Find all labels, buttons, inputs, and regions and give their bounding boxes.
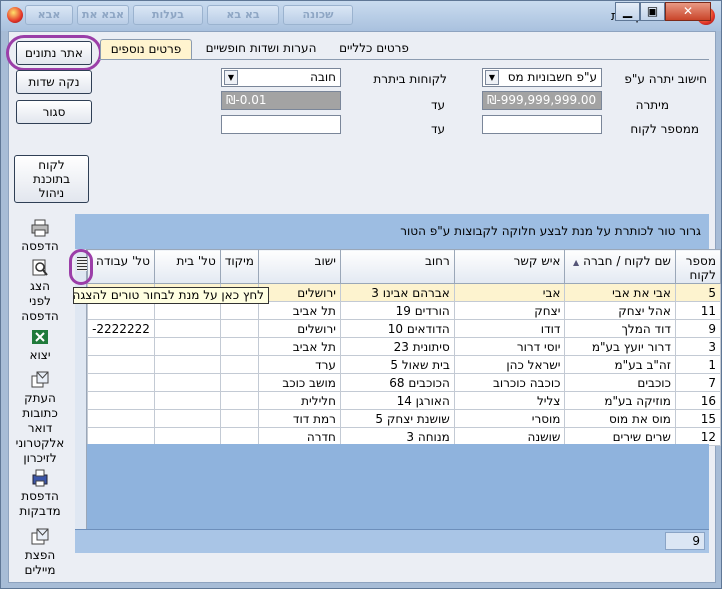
search-data-button[interactable]: אתר נתונים [16,41,92,65]
customer-number-from-input[interactable] [482,115,602,134]
grid-empty-area [87,444,709,530]
column-header-home-phone[interactable]: טל' בית [153,249,221,284]
maximize-button[interactable]: ▣ [640,2,665,21]
tab-more-details[interactable]: פרטים נוספים [100,39,192,59]
send-mails-tool[interactable]: הפצת מיילים [11,528,69,578]
tab-general[interactable]: פרטים כלליים [332,39,416,59]
close-button[interactable]: סגור [16,100,92,124]
ghost-button-2: אבא את [77,5,129,25]
calc-balance-label: חישוב יתרה ע"פ [624,72,707,86]
label-print-tool[interactable]: הדפסת מדבקות [11,469,69,519]
table-row[interactable]: 9 דוד המלך דודו הדודאים 10 ירושלים 2222222- [87,319,722,338]
customers-table: מספר לקוח שם לקוח / חברה▲ איש קשר רחוב י… [87,249,722,446]
clear-fields-button[interactable]: נקה שדות [16,70,92,94]
printer-icon [30,219,50,237]
customers-in-balance-select[interactable]: חובה ▼ [221,68,341,87]
close-window-button[interactable]: ✕ [665,2,711,21]
export-tool[interactable]: יצוא [11,328,69,363]
ghost-button-1: אבא [25,5,73,25]
managed-customers-button[interactable]: לקוח בתוכנת ניהול [14,155,89,203]
customer-number-to-input[interactable] [221,115,341,134]
copy-emails-icon [30,371,50,389]
column-chooser-tooltip: לחץ כאן על מנת לבחור טורים להצגה [73,287,269,304]
excel-icon [30,328,50,346]
column-header-city[interactable]: ישוב [257,249,341,284]
table-row[interactable]: 12 שרים שירים שושנה מנוחה 3 חדרה [87,427,722,446]
chevron-down-icon[interactable]: ▼ [224,70,238,85]
chevron-down-icon[interactable]: ▼ [485,70,499,85]
group-by-bar[interactable]: גרור טור לכותרת על מנת לבצע חלוקה לקבוצו… [75,214,709,249]
tab-panel-border [99,59,709,60]
table-row[interactable]: 15 מוס את מוס מוסרי שושנת יצחק 5 רמת דוד [87,409,722,428]
print-preview-tool[interactable]: הצג לפני הדפסה [11,259,69,324]
column-header-zip[interactable]: מיקוד [219,249,259,284]
ghost-button-4: בא בא [207,5,279,25]
print-tool-label: הדפסה [21,239,59,253]
table-header-row: מספר לקוח שם לקוח / חברה▲ איש קשר רחוב י… [87,249,722,284]
sort-ascending-icon: ▲ [572,258,580,267]
grid-footer [75,529,709,553]
table-row[interactable]: 16 מוזיקה בע"מ צליל האורגן 14 חלילית [87,391,722,410]
column-header-work-phone[interactable]: טל' עבודה [87,249,155,284]
label-printer-icon [30,469,50,487]
balance-until-label: עד [430,98,445,112]
table-row[interactable]: 7 כוכבים כוכבה כוכרוב הכוכבים 68 מושב כוכב [87,373,722,392]
balance-from-label: מיתרה [635,98,669,112]
customer-number-from-label: ממספר לקוח [630,122,699,136]
label-print-tool-label: הדפסת מדבקות [19,489,61,518]
table-row[interactable]: 1 זה"ב בע"מ ישראל כהן בית שאול 5 ערד [87,355,722,374]
print-preview-tool-label: הצג לפני הדפסה [21,279,59,323]
column-header-street[interactable]: רחוב [339,249,455,284]
title-bar[interactable]: אבא אבא את בעלות בא בא שכונה דו"ח לקוחות… [1,1,721,31]
print-preview-icon [30,259,50,277]
column-header-contact[interactable]: איש קשר [453,249,566,284]
table-row[interactable]: 11 אהל יצחק יצחק הורדים 19 תל אביב [87,301,722,320]
balance-from-field: ₪-999,999,999.00 [482,91,602,110]
ghost-button-5: שכונה [283,5,353,25]
tab-notes-free-fields[interactable]: הערות ושדות חופשיים [197,39,325,59]
print-tool[interactable]: הדפסה [11,219,69,254]
column-header-customer-number[interactable]: מספר לקוח [674,249,722,284]
copy-emails-tool-label: העתק כתובות דואר אלקטרוני לזיכרון [15,391,65,465]
record-count: 9 [665,532,705,550]
column-header-customer-name[interactable]: שם לקוח / חברה▲ [564,249,676,284]
calc-balance-value: ע"פ חשבוניות מס [507,70,597,84]
main-window: אבא אבא את בעלות בא בא שכונה דו"ח לקוחות… [0,0,722,589]
table-row[interactable]: 3 דרור יועץ בע"מ יוסי דרור סיתונית 23 תל אבי… [87,337,722,356]
column-chooser-icon[interactable] [77,257,87,271]
customers-in-balance-value: חובה [310,70,336,84]
balance-to-field: ₪-0.01 [221,91,341,110]
minimize-button[interactable]: ▁ [615,2,640,21]
send-mails-tool-label: הפצת מיילים [24,548,56,577]
app-logo-icon [7,7,23,23]
ghost-button-3: בעלות [133,5,203,25]
copy-emails-tool[interactable]: העתק כתובות דואר אלקטרוני לזיכרון [11,371,69,466]
calc-balance-select[interactable]: ע"פ חשבוניות מס ▼ [482,68,602,87]
customer-number-until-label: עד [430,122,445,136]
mail-send-icon [30,528,50,546]
customers-in-balance-label: לקוחות ביתרת [373,72,447,86]
export-tool-label: יצוא [29,348,51,362]
